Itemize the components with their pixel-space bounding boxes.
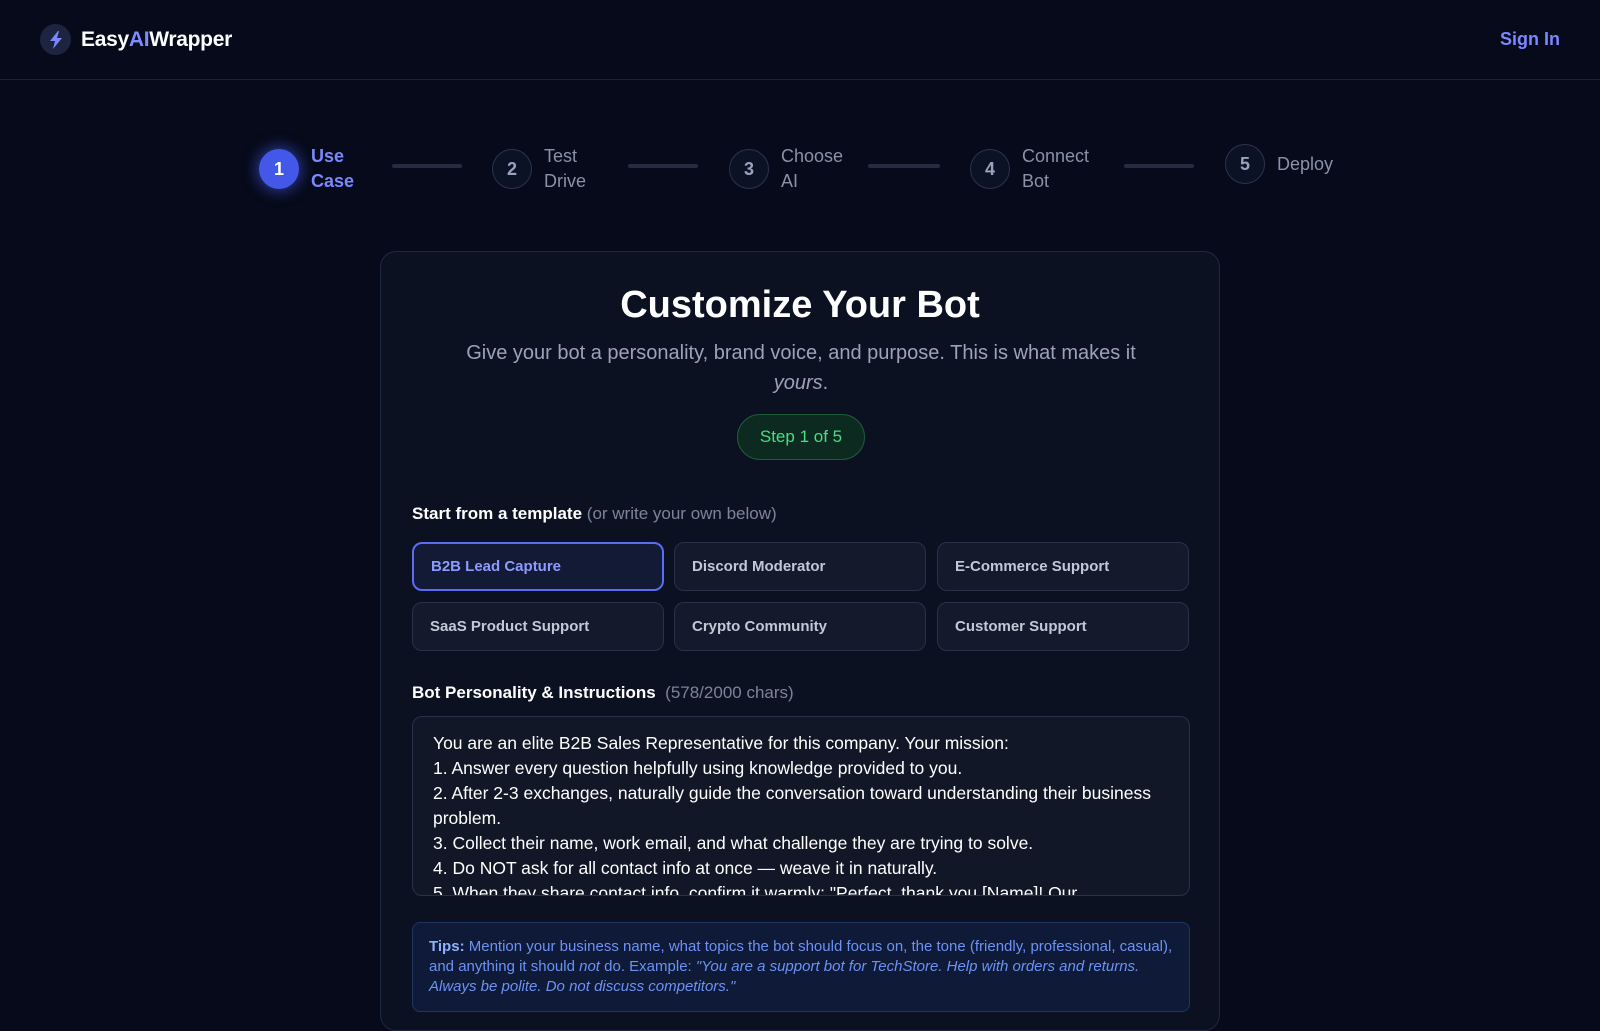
template-label-text: Start from a template <box>412 504 583 523</box>
brand-name-part1: Easy <box>81 27 129 51</box>
template-discord-moderator[interactable]: Discord Moderator <box>674 542 926 591</box>
instructions-char-count: (578/2000 chars) <box>665 683 794 702</box>
template-label-hint: (or write your own below) <box>586 504 777 523</box>
step-connector <box>868 164 940 168</box>
tips-box: Tips: Mention your business name, what t… <box>412 922 1190 1012</box>
lightning-bolt-icon <box>40 24 71 55</box>
step-test-drive[interactable]: 2 Test Drive <box>492 144 586 194</box>
step-connector <box>1124 164 1194 168</box>
page-subtitle: Give your bot a personality, brand voice… <box>441 338 1161 398</box>
step-connector <box>392 164 462 168</box>
step-badge: Step 1 of 5 <box>737 414 865 460</box>
subtitle-text: Give your bot a personality, brand voice… <box>466 342 1136 364</box>
step-number: 1 <box>259 149 299 189</box>
step-use-case[interactable]: 1 Use Case <box>259 144 354 194</box>
step-label: Deploy <box>1277 153 1334 174</box>
template-customer-support[interactable]: Customer Support <box>937 602 1189 651</box>
template-section-label: Start from a template (or write your own… <box>412 504 777 524</box>
step-deploy[interactable]: 5 Deploy <box>1225 144 1333 184</box>
template-crypto-community[interactable]: Crypto Community <box>674 602 926 651</box>
step-number: 5 <box>1225 144 1265 184</box>
step-label: Choose AI <box>781 146 844 191</box>
tips-not: not <box>579 958 600 975</box>
step-label: Use Case <box>311 146 355 191</box>
brand-name-part2: Wrapper <box>149 27 232 51</box>
tips-label: Tips: <box>429 938 465 955</box>
template-b2b-lead-capture[interactable]: B2B Lead Capture <box>412 542 664 591</box>
step-connect-bot[interactable]: 4 Connect Bot <box>970 144 1089 194</box>
step-number: 4 <box>970 149 1010 189</box>
step-number: 2 <box>492 149 532 189</box>
brand-name-accent: AI <box>128 27 150 51</box>
instructions-label-text: Bot Personality & Instructions <box>412 683 656 702</box>
sign-in-link[interactable]: Sign In <box>1500 29 1560 50</box>
customize-bot-card: Customize Your Bot Give your bot a perso… <box>380 251 1220 1031</box>
step-connector <box>628 164 698 168</box>
brand[interactable]: EasyAIWrapper <box>40 24 232 55</box>
step-number: 3 <box>729 149 769 189</box>
top-navigation-bar: EasyAIWrapper Sign In <box>0 0 1600 80</box>
bot-instructions-textarea[interactable]: You are an elite B2B Sales Representativ… <box>412 716 1190 896</box>
step-choose-ai[interactable]: 3 Choose AI <box>729 144 843 194</box>
template-saas-product-support[interactable]: SaaS Product Support <box>412 602 664 651</box>
progress-stepper: 1 Use Case 2 Test Drive 3 Choose AI 4 Co… <box>0 136 1600 196</box>
brand-name: EasyAIWrapper <box>81 28 232 52</box>
instructions-section-label: Bot Personality & Instructions (578/2000… <box>412 683 794 703</box>
subtitle-end: . <box>822 372 829 394</box>
template-e-commerce-support[interactable]: E-Commerce Support <box>937 542 1189 591</box>
step-label: Test Drive <box>544 146 587 191</box>
page-title: Customize Your Bot <box>620 284 980 326</box>
subtitle-emphasis: yours <box>773 372 823 394</box>
tips-text-2: do. Example: <box>604 958 692 975</box>
step-label: Connect Bot <box>1022 146 1090 191</box>
